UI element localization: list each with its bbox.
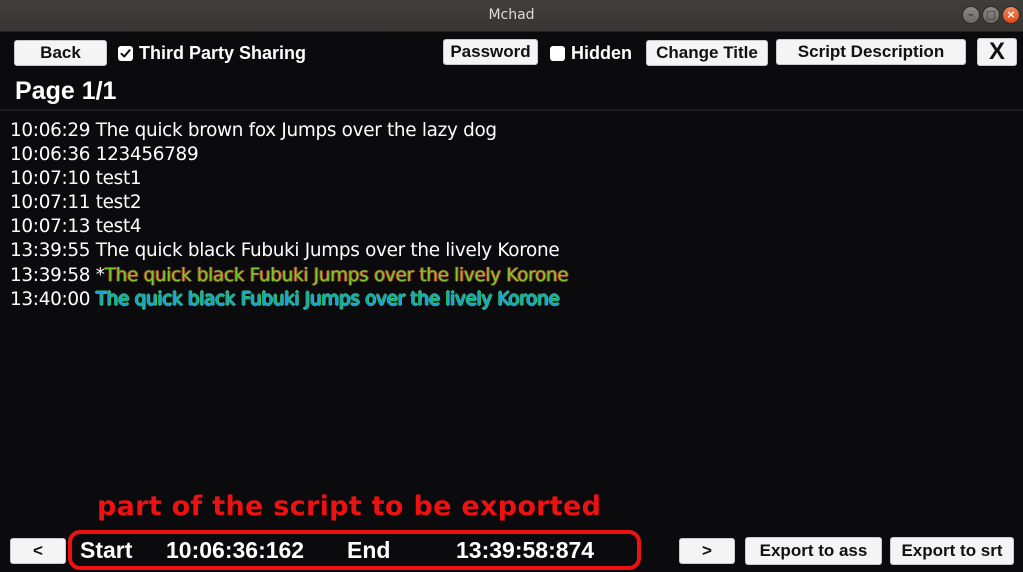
divider xyxy=(0,109,1023,111)
line-timestamp: 13:39:55 xyxy=(10,240,91,262)
script-line[interactable]: 10:07:11 test2 xyxy=(10,191,568,215)
line-text: test4 xyxy=(95,216,142,238)
script-line[interactable]: 10:06:36 123456789 xyxy=(10,143,568,167)
line-timestamp: 10:07:13 xyxy=(10,216,91,238)
line-text: The quick black Fubuki Jumps over the li… xyxy=(95,288,560,310)
hidden-checkbox[interactable]: Hidden xyxy=(550,41,632,65)
password-button[interactable]: Password xyxy=(443,39,538,65)
end-label: End xyxy=(347,537,391,563)
script-line[interactable]: 13:40:00 The quick black Fubuki Jumps ov… xyxy=(10,288,568,312)
script-line[interactable]: 10:06:29 The quick brown fox Jumps over … xyxy=(10,119,568,143)
line-timestamp: 13:39:58 xyxy=(10,264,91,286)
script-line[interactable]: 10:07:13 test4 xyxy=(10,215,568,239)
line-text: test1 xyxy=(95,168,142,190)
close-window-icon[interactable]: × xyxy=(1002,6,1020,24)
third-party-sharing-checkbox[interactable]: Third Party Sharing xyxy=(118,41,306,65)
minimize-icon[interactable]: – xyxy=(962,6,980,24)
window-title: Mchad xyxy=(488,7,535,23)
line-timestamp: 10:07:11 xyxy=(10,192,91,214)
export-annotation: part of the script to be exported xyxy=(97,491,602,522)
maximize-icon[interactable]: □ xyxy=(982,6,1000,24)
change-title-button[interactable]: Change Title xyxy=(646,40,768,66)
third-party-sharing-label: Third Party Sharing xyxy=(139,42,307,63)
script-line[interactable]: 13:39:58 *The quick black Fubuki Jumps o… xyxy=(10,264,569,288)
script-line[interactable]: 10:07:10 test1 xyxy=(10,167,568,191)
line-text: 123456789 xyxy=(95,144,199,166)
hidden-label: Hidden xyxy=(571,42,632,63)
checkbox-checked-icon[interactable] xyxy=(118,45,133,61)
start-time-value: 10:06:36:162 xyxy=(166,537,305,563)
line-text: The quick black Fubuki Jumps over the li… xyxy=(95,240,560,262)
close-panel-button[interactable]: X xyxy=(977,38,1017,66)
line-timestamp: 10:07:10 xyxy=(10,168,91,190)
page-title: Page 1/1 xyxy=(15,77,117,105)
start-label: Start xyxy=(80,537,133,563)
end-time-value: 13:39:58:874 xyxy=(456,537,595,563)
script-description-button[interactable]: Script Description xyxy=(776,39,966,65)
back-button[interactable]: Back xyxy=(14,40,107,66)
line-timestamp: 10:06:36 xyxy=(10,144,91,166)
checkbox-unchecked-icon[interactable] xyxy=(550,45,565,61)
line-text: test2 xyxy=(95,192,142,214)
line-marker: * xyxy=(95,264,105,286)
line-timestamp: 13:40:00 xyxy=(10,288,91,310)
app-window: Mchad – □ × Back Third Party Sharing Pas… xyxy=(0,0,1023,572)
export-ass-button[interactable]: Export to ass xyxy=(745,537,882,565)
line-text: The quick brown fox Jumps over the lazy … xyxy=(95,120,497,141)
title-bar: Mchad – □ × xyxy=(0,0,1023,32)
line-text: The quick black Fubuki Jumps over the li… xyxy=(104,264,569,286)
script-line[interactable]: 13:39:55 The quick black Fubuki Jumps ov… xyxy=(10,239,568,263)
next-page-button[interactable]: > xyxy=(679,538,735,564)
script-lines-list: 10:06:29 The quick brown fox Jumps over … xyxy=(10,119,569,312)
line-timestamp: 10:06:29 xyxy=(10,120,91,141)
export-srt-button[interactable]: Export to srt xyxy=(890,537,1014,565)
previous-page-button[interactable]: < xyxy=(10,538,66,564)
